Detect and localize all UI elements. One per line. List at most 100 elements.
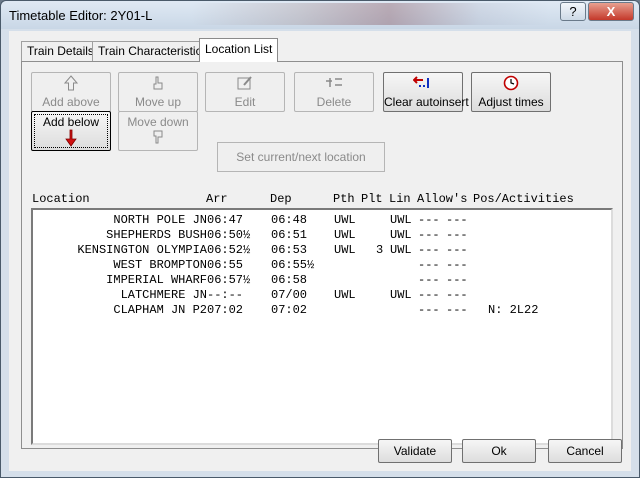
cell-dep: 06:55½ <box>271 258 315 272</box>
cancel-button[interactable]: Cancel <box>548 439 622 463</box>
cell-arr: 06:52½ <box>207 243 251 257</box>
cell-dep: 06:58 <box>271 273 308 287</box>
cell-allow-1: --- <box>418 213 440 227</box>
tab-train-characteristics[interactable]: Train Characteristics <box>92 41 214 61</box>
cell-dep: 06:51 <box>271 228 308 242</box>
column-header-pos-activities: Pos/Activities <box>473 192 574 206</box>
cell-allow-1: --- <box>418 273 440 287</box>
cell-location: KENSINGTON OLYMPIA <box>77 243 207 257</box>
table-row[interactable]: NORTH POLE JN 06:47 06:48 UWL UWL --- --… <box>33 213 613 228</box>
column-header-plt: Plt <box>361 192 383 206</box>
cell-allow-2: --- <box>446 243 468 257</box>
move-up-button[interactable]: Move up <box>118 72 198 112</box>
column-header-allows: Allow's <box>417 192 468 206</box>
location-list-panel: Add above Move up Edit Delete Clear auto… <box>21 61 623 449</box>
cell-pos-activities: N: 2L22 <box>488 303 539 317</box>
cell-allow-2: --- <box>446 288 468 302</box>
cell-location: LATCHMERE JN <box>120 288 207 302</box>
edit-icon <box>206 75 284 95</box>
move-down-button[interactable]: Move down <box>118 111 198 151</box>
cell-pth: UWL <box>334 213 356 227</box>
cell-allow-2: --- <box>446 228 468 242</box>
table-row[interactable]: KENSINGTON OLYMPIA 06:52½ 06:53 UWL 3 UW… <box>33 243 613 258</box>
column-header-dep: Dep <box>270 192 292 206</box>
cell-location: CLAPHAM JN P2 <box>113 303 207 317</box>
cell-allow-2: --- <box>446 303 468 317</box>
table-row[interactable]: SHEPHERDS BUSH 06:50½ 06:51 UWL UWL --- … <box>33 228 613 243</box>
cell-allow-2: --- <box>446 273 468 287</box>
help-button[interactable]: ? <box>560 2 586 21</box>
cell-arr: --:-- <box>207 288 244 302</box>
cell-dep: 06:53 <box>271 243 308 257</box>
cell-location: WEST BROMPTON <box>113 258 207 272</box>
cell-location: SHEPHERDS BUSH <box>106 228 207 242</box>
clock-icon <box>472 75 550 95</box>
table-row[interactable]: WEST BROMPTON 06:55 06:55½ --- --- <box>33 258 613 273</box>
ok-label: Ok <box>491 444 507 458</box>
adjust-times-button[interactable]: Adjust times <box>471 72 551 112</box>
clear-autoinsert-button[interactable]: Clear autoinsert <box>383 72 469 112</box>
location-list[interactable]: NORTH POLE JN 06:47 06:48 UWL UWL --- --… <box>31 208 613 445</box>
cell-plt: 3 <box>376 243 384 257</box>
tab-label: Location List <box>205 42 273 56</box>
tab-label: Train Details <box>27 44 94 58</box>
table-row[interactable]: IMPERIAL WHARF 06:57½ 06:58 --- --- <box>33 273 613 288</box>
cell-allow-1: --- <box>418 243 440 257</box>
cell-lin: UWL <box>390 213 412 227</box>
cell-lin: UWL <box>390 243 412 257</box>
table-row[interactable]: LATCHMERE JN --:-- 07/00 UWL UWL --- --- <box>33 288 613 303</box>
title-bar-background <box>191 3 551 25</box>
tab-location-list[interactable]: Location List <box>199 38 279 62</box>
cell-allow-2: --- <box>446 258 468 272</box>
cell-allow-1: --- <box>418 258 440 272</box>
down-arrow-red-icon <box>32 129 110 149</box>
cell-pth: UWL <box>334 228 356 242</box>
cell-arr: 06:47 <box>207 213 244 227</box>
clear-autoinsert-label: Clear autoinsert <box>384 95 469 109</box>
delete-label: Delete <box>316 95 352 109</box>
timetable-editor-window: Timetable Editor: 2Y01-L ? X Train Detai… <box>0 0 640 478</box>
cell-allow-1: --- <box>418 288 440 302</box>
hand-down-icon <box>119 129 197 149</box>
up-arrow-outline-icon <box>32 75 110 95</box>
cell-arr: 06:50½ <box>207 228 251 242</box>
move-up-label: Move up <box>134 95 182 109</box>
cell-pth: UWL <box>334 243 356 257</box>
edit-label: Edit <box>234 95 256 109</box>
set-current-next-label: Set current/next location <box>236 150 366 164</box>
cancel-label: Cancel <box>566 444 604 458</box>
add-above-button[interactable]: Add above <box>31 72 111 112</box>
add-below-label: Add below <box>42 115 100 129</box>
validate-button[interactable]: Validate <box>378 439 452 463</box>
column-header-location: Location <box>32 192 90 206</box>
tab-label: Train Characteristics <box>98 44 208 58</box>
cell-allow-1: --- <box>418 228 440 242</box>
cell-arr: 06:55 <box>207 258 244 272</box>
column-header-lin: Lin <box>389 192 411 206</box>
cell-allow-2: --- <box>446 213 468 227</box>
cell-lin: UWL <box>390 288 412 302</box>
delete-button[interactable]: Delete <box>294 72 374 112</box>
cell-arr: 06:57½ <box>207 273 251 287</box>
set-current-next-location-button[interactable]: Set current/next location <box>217 142 385 172</box>
cell-arr: 07:02 <box>207 303 244 317</box>
table-row[interactable]: CLAPHAM JN P2 07:02 07:02 --- --- N: 2L2… <box>33 303 613 318</box>
cell-location: IMPERIAL WHARF <box>106 273 207 287</box>
cell-dep: 07/00 <box>271 288 308 302</box>
edit-button[interactable]: Edit <box>205 72 285 112</box>
tab-train-details[interactable]: Train Details <box>21 41 100 61</box>
ok-button[interactable]: Ok <box>462 439 536 463</box>
cell-dep: 07:02 <box>271 303 308 317</box>
dialog-client-area: Train Details Train Characteristics Loca… <box>9 31 631 471</box>
cell-lin: UWL <box>390 228 412 242</box>
window-title: Timetable Editor: 2Y01-L <box>9 8 153 23</box>
close-button[interactable]: X <box>588 2 634 21</box>
add-below-button[interactable]: Add below <box>31 111 111 151</box>
hand-up-icon <box>119 75 197 95</box>
title-bar[interactable]: Timetable Editor: 2Y01-L ? X <box>1 1 639 29</box>
validate-label: Validate <box>393 444 437 458</box>
cell-allow-1: --- <box>418 303 440 317</box>
move-down-label: Move down <box>127 115 189 129</box>
column-header-pth: Pth <box>333 192 355 206</box>
cell-dep: 06:48 <box>271 213 308 227</box>
